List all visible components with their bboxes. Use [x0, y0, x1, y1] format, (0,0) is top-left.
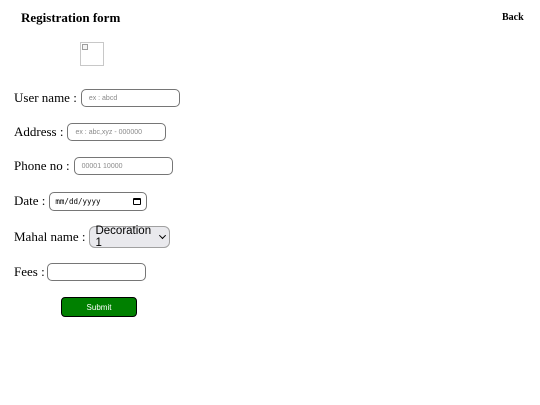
date-label: Date : [14, 193, 46, 208]
phone-placeholder: 00001 10000 [81, 162, 123, 170]
date-row: Date : mm/dd/yyyy [14, 190, 148, 212]
fees-row: Fees : [14, 261, 146, 283]
submit-button[interactable]: Submit [61, 297, 137, 317]
phone-input[interactable]: 00001 10000 [73, 157, 173, 175]
username-input[interactable]: ex : abcd [80, 89, 180, 107]
username-placeholder: ex : abcd [88, 94, 118, 102]
username-row: User name : ex : abcd [14, 87, 180, 109]
address-placeholder: ex : abc,xyz - 000000 [75, 128, 143, 136]
broken-image-icon [80, 42, 104, 66]
mahal-selected-value: Decoration 1 [95, 225, 152, 249]
address-row: Address : ex : abc,xyz - 000000 [14, 121, 167, 143]
calendar-icon[interactable] [133, 197, 142, 205]
date-input[interactable]: mm/dd/yyyy [49, 191, 148, 211]
page-title: Registration form [21, 10, 121, 25]
address-label: Address : [14, 124, 64, 139]
phone-row: Phone no : 00001 10000 [14, 155, 173, 177]
fees-input[interactable] [46, 263, 146, 281]
username-label: User name : [14, 90, 77, 105]
broken-image-mark [82, 44, 88, 50]
mahal-select[interactable]: Decoration 1 [89, 225, 171, 249]
fees-label: Fees : [14, 264, 45, 279]
mahal-label: Mahal name : [14, 229, 86, 244]
date-format-text: mm/dd/yyyy [55, 196, 101, 206]
mahal-row: Mahal name : Decoration 1 [14, 225, 171, 249]
address-input[interactable]: ex : abc,xyz - 000000 [67, 123, 167, 141]
phone-label: Phone no : [14, 158, 70, 173]
chevron-down-icon [158, 231, 166, 240]
back-link[interactable]: Back [502, 12, 524, 23]
